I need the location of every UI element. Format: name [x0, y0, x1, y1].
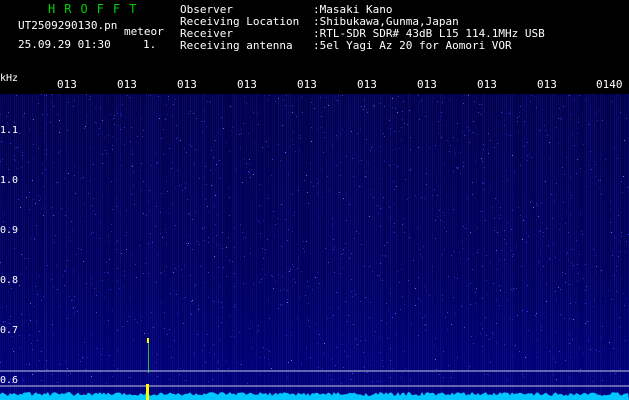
freq-tick: 1.1	[0, 125, 19, 136]
detection-tag: meteor	[124, 25, 164, 38]
info-row-antenna: Receiving antenna :5el Yagi Az 20 for Ao…	[180, 40, 545, 52]
freq-tick: 1.0	[0, 175, 19, 186]
datetime-label: 25.09.29 01:30	[18, 38, 111, 51]
spectrogram-waterfall	[0, 94, 629, 400]
freq-tick: 0.6	[0, 375, 19, 386]
meteor-echo-trail	[148, 343, 149, 373]
time-tick: 013	[237, 78, 257, 91]
time-tick: 013	[537, 78, 557, 91]
time-tick: 013	[297, 78, 317, 91]
time-tick: 013	[417, 78, 437, 91]
meteor-spike	[146, 384, 149, 400]
filename-label: UT2509290130.pn	[18, 19, 118, 32]
time-axis: 013 013 013 013 013 013 013 013 013 0140	[0, 78, 629, 94]
station-info: Observer :Masaki Kano Receiving Location…	[180, 4, 545, 52]
time-tick: 013	[357, 78, 377, 91]
time-tick: 0140	[596, 78, 623, 91]
info-value: :5el Yagi Az 20 for Aomori VOR	[313, 39, 512, 52]
time-tick: 013	[177, 78, 197, 91]
waterfall-canvas	[0, 94, 629, 400]
header-panel: HROFFT UT2509290130.pn meteor 25.09.29 0…	[0, 0, 629, 78]
freq-tick: 0.9	[0, 225, 19, 236]
app-brand: HROFFT	[48, 2, 146, 16]
freq-tick: 0.8	[0, 275, 19, 286]
time-tick: 013	[57, 78, 77, 91]
freq-tick: 0.7	[0, 325, 19, 336]
info-key: Receiving antenna	[180, 39, 293, 52]
time-tick: 013	[477, 78, 497, 91]
count-label: 1.	[143, 38, 157, 51]
meteor-echo	[147, 338, 149, 343]
time-tick: 013	[117, 78, 137, 91]
